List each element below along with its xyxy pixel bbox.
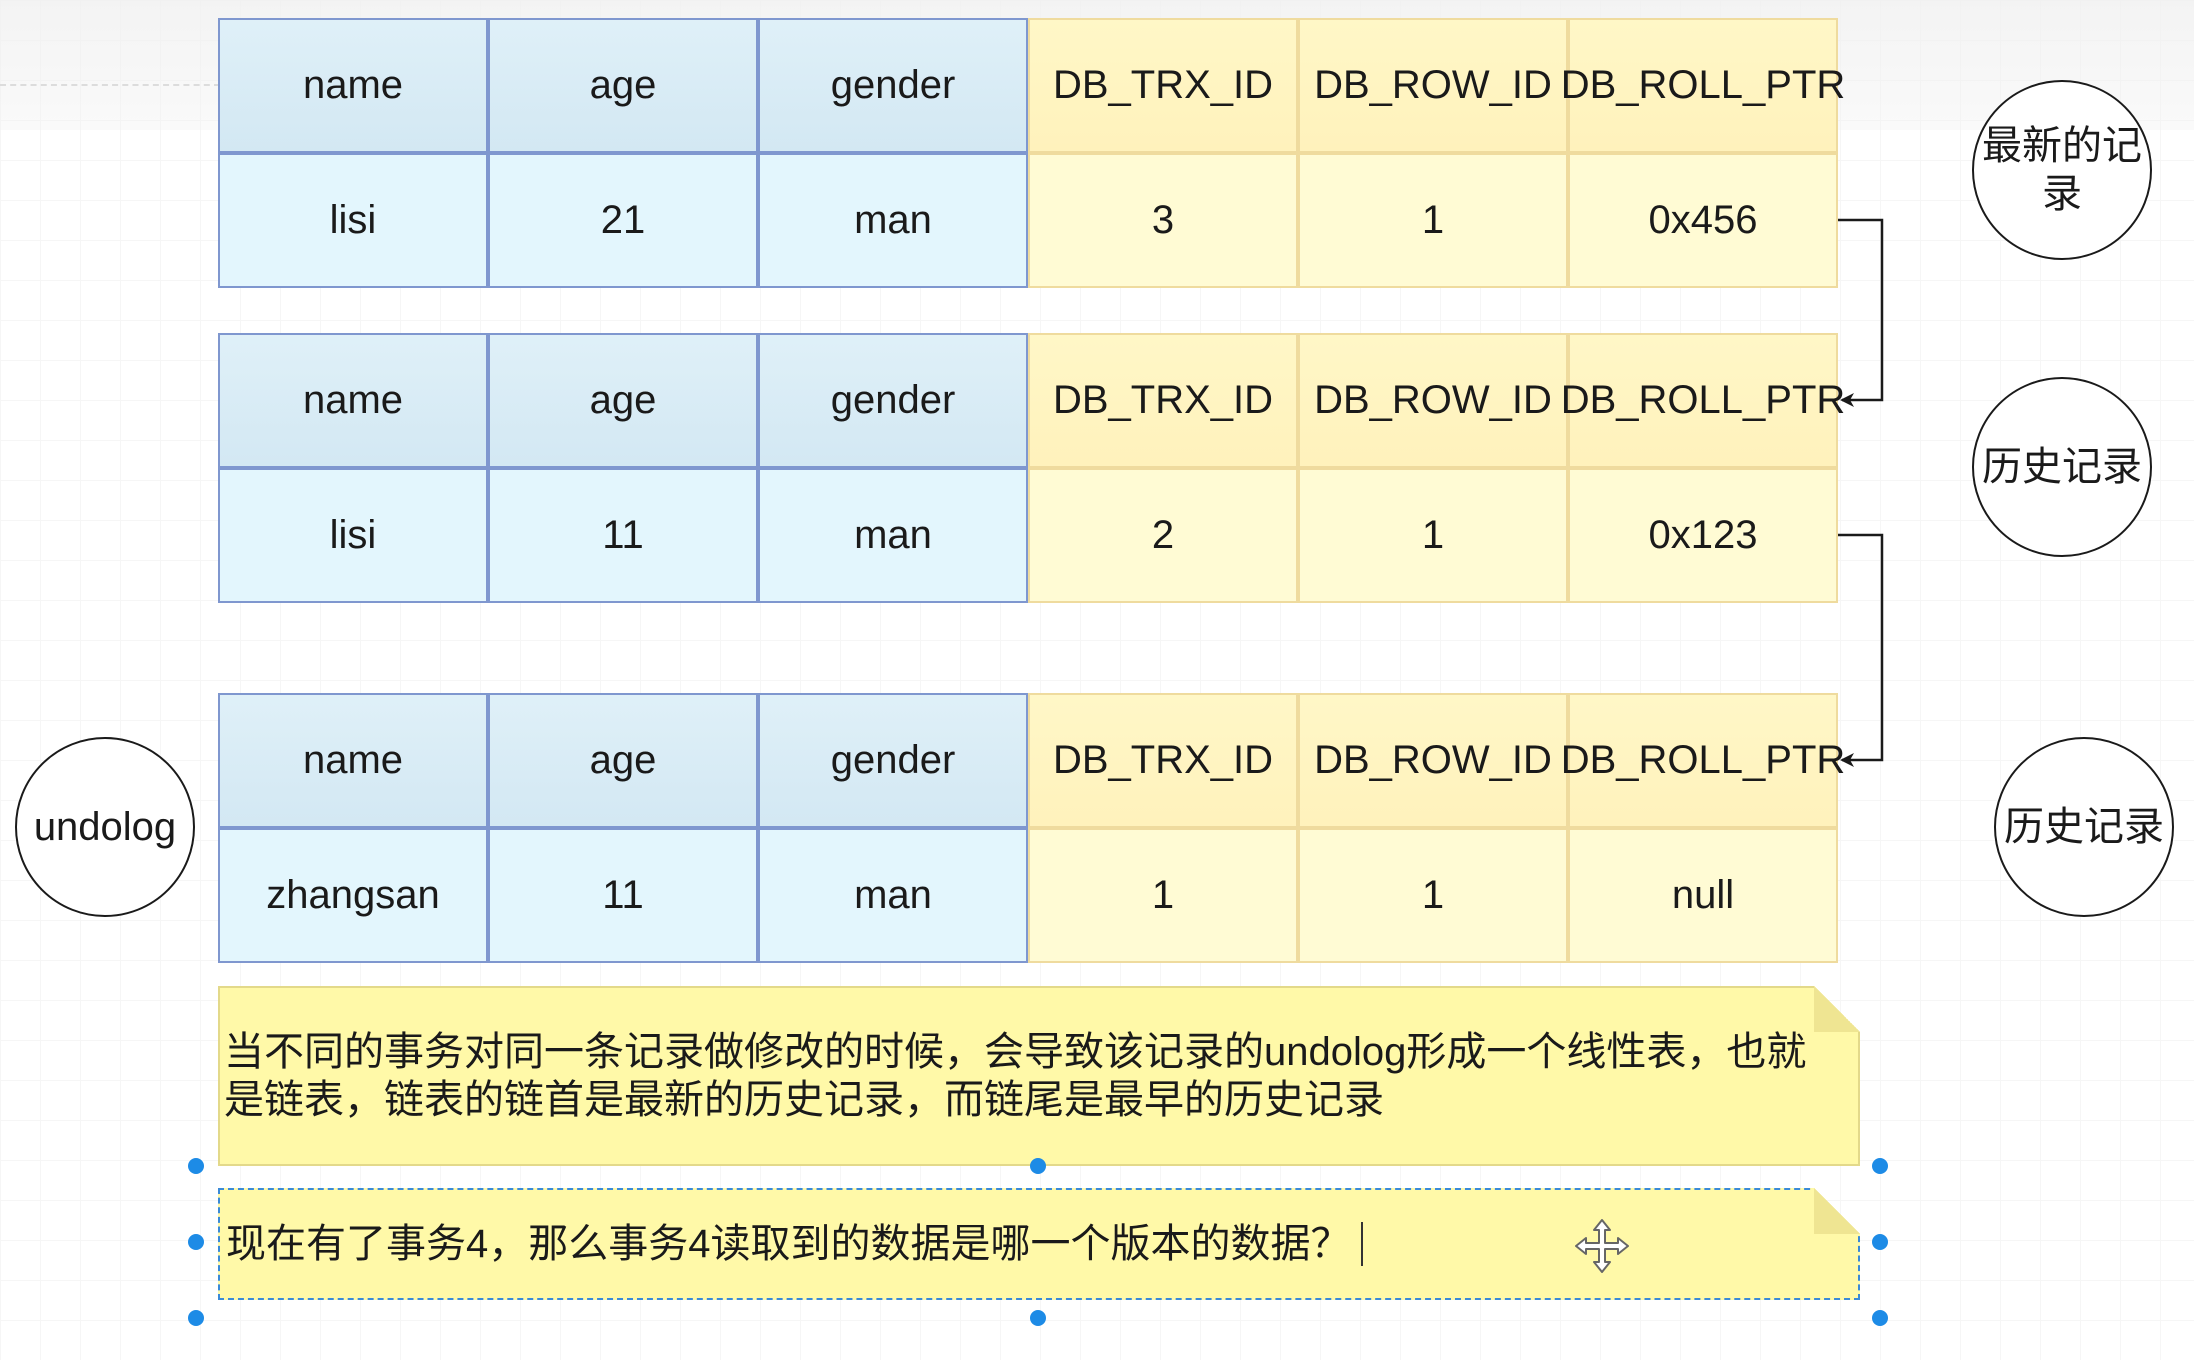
move-icon[interactable] — [1574, 1218, 1630, 1274]
selection-handle-bottom-right[interactable] — [1872, 1310, 1888, 1326]
note-explanation[interactable]: 当不同的事务对同一条记录做修改的时候，会导致该记录的undolog形成一个线性表… — [218, 986, 1860, 1166]
note-explanation-fold — [1814, 986, 1860, 1032]
label-latest-record[interactable]: 最新的记录 — [1972, 80, 2152, 260]
label-undolog[interactable]: undolog — [15, 737, 195, 917]
selection-handle-bottom-left[interactable] — [188, 1310, 204, 1326]
selection-handle-top-right[interactable] — [1872, 1158, 1888, 1174]
label-history-record-1[interactable]: 历史记录 — [1972, 377, 2152, 557]
selection-handle-middle-right[interactable] — [1872, 1234, 1888, 1250]
note-question-fold — [1814, 1188, 1860, 1234]
selection-handle-top-left[interactable] — [188, 1158, 204, 1174]
roll-ptr-arrow-1[interactable] — [1838, 218, 1884, 407]
text-caret — [1361, 1222, 1363, 1266]
note-explanation-text: 当不同的事务对同一条记录做修改的时候，会导致该记录的undolog形成一个线性表… — [224, 1030, 1807, 1122]
selection-handle-bottom-middle[interactable] — [1030, 1310, 1046, 1326]
selection-handle-top-middle[interactable] — [1030, 1158, 1046, 1174]
label-history-record-2[interactable]: 历史记录 — [1994, 737, 2174, 917]
roll-ptr-arrow-2[interactable] — [1838, 533, 1884, 767]
selection-handle-middle-left[interactable] — [188, 1234, 204, 1250]
note-question-text: 现在有了事务4，那么事务4读取到的数据是哪一个版本的数据？ — [226, 1222, 1351, 1266]
